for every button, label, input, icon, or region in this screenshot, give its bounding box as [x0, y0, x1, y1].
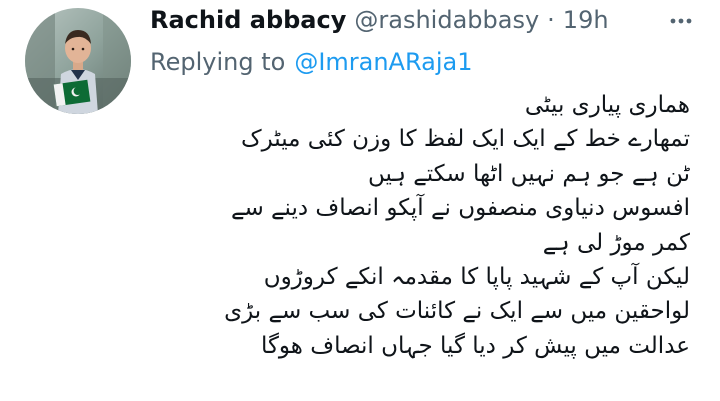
tweet-text-line: کمر موڑ لی ہے [542, 229, 690, 256]
tweet-text-line: عدالت میں پیش کر دیا گیا جہاں انصاف ھوگا [260, 332, 690, 359]
tweet-text-line: لواحقین میں سے ایک نے کائنات کی سب سے بڑ… [224, 298, 690, 325]
tweet-text-line: افسوس دنیاوی منصفوں نے آپکو انصاف دینے س… [230, 195, 690, 222]
replying-to-handle-link[interactable]: @ImranARaja1 [294, 48, 472, 76]
avatar[interactable] [25, 8, 131, 114]
user-handle[interactable]: @rashidabbasy [354, 6, 539, 34]
tweet-header: Rachid abbacy @rashidabbasy · 19h [150, 2, 609, 38]
tweet-text-line: لیکن آپ کے شہید پاپا کا مقدمہ انکے کروڑو… [263, 263, 690, 290]
ellipsis-icon [670, 18, 692, 24]
tweet[interactable]: Rachid abbacy @rashidabbasy · 19h Replyi… [0, 0, 720, 401]
replying-to-label: Replying to [150, 48, 286, 76]
replying-to: Replying to @ImranARaja1 [150, 44, 472, 80]
tweet-text-line: ھماری پیاری بیٹی [524, 92, 690, 118]
display-name[interactable]: Rachid abbacy [150, 6, 346, 34]
tweet-text-line: تمھارے خط کے ایک ایک لفظ کا وزن کئی میٹر… [241, 126, 690, 153]
tweet-text: ھماری پیاری بیٹی تمھارے خط کے ایک ایک لف… [150, 88, 690, 363]
tweet-text-line: ٹن ہے جو ہم نہیں اٹھا سکتے ہیں [368, 160, 690, 187]
separator-dot: · [547, 6, 555, 34]
timestamp[interactable]: 19h [563, 6, 609, 34]
more-options-button[interactable] [668, 8, 694, 34]
